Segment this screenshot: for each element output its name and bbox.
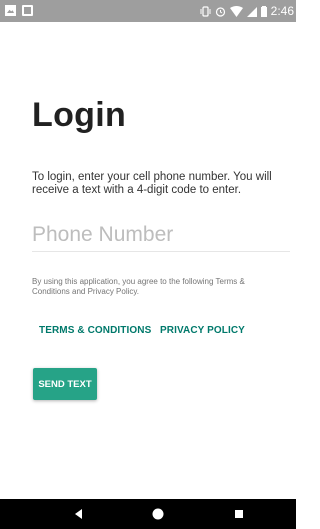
alarm-icon bbox=[215, 6, 225, 17]
image-icon bbox=[5, 5, 16, 16]
signal-icon bbox=[246, 6, 257, 17]
home-icon[interactable] bbox=[150, 506, 166, 522]
recents-icon[interactable] bbox=[231, 506, 247, 522]
status-time: 2:46 bbox=[270, 4, 294, 18]
send-text-button[interactable]: SEND TEXT bbox=[33, 368, 97, 400]
terms-conditions-link[interactable]: TERMS & CONDITIONS bbox=[39, 325, 151, 336]
login-instructions: To login, enter your cell phone number. … bbox=[32, 171, 272, 196]
back-icon[interactable] bbox=[71, 506, 87, 522]
notification-icon bbox=[22, 5, 33, 16]
privacy-policy-link[interactable]: PRIVACY POLICY bbox=[160, 325, 245, 336]
vibrate-icon bbox=[200, 5, 211, 17]
status-icons: 2:46 bbox=[200, 0, 294, 22]
phone-number-input[interactable] bbox=[32, 219, 290, 252]
terms-notice: By using this application, you agree to … bbox=[32, 277, 245, 296]
page-title: Login bbox=[32, 96, 127, 134]
status-bar: 2:46 bbox=[0, 0, 296, 22]
battery-icon bbox=[260, 5, 267, 17]
navigation-bar bbox=[0, 499, 296, 529]
wifi-icon bbox=[229, 5, 243, 17]
